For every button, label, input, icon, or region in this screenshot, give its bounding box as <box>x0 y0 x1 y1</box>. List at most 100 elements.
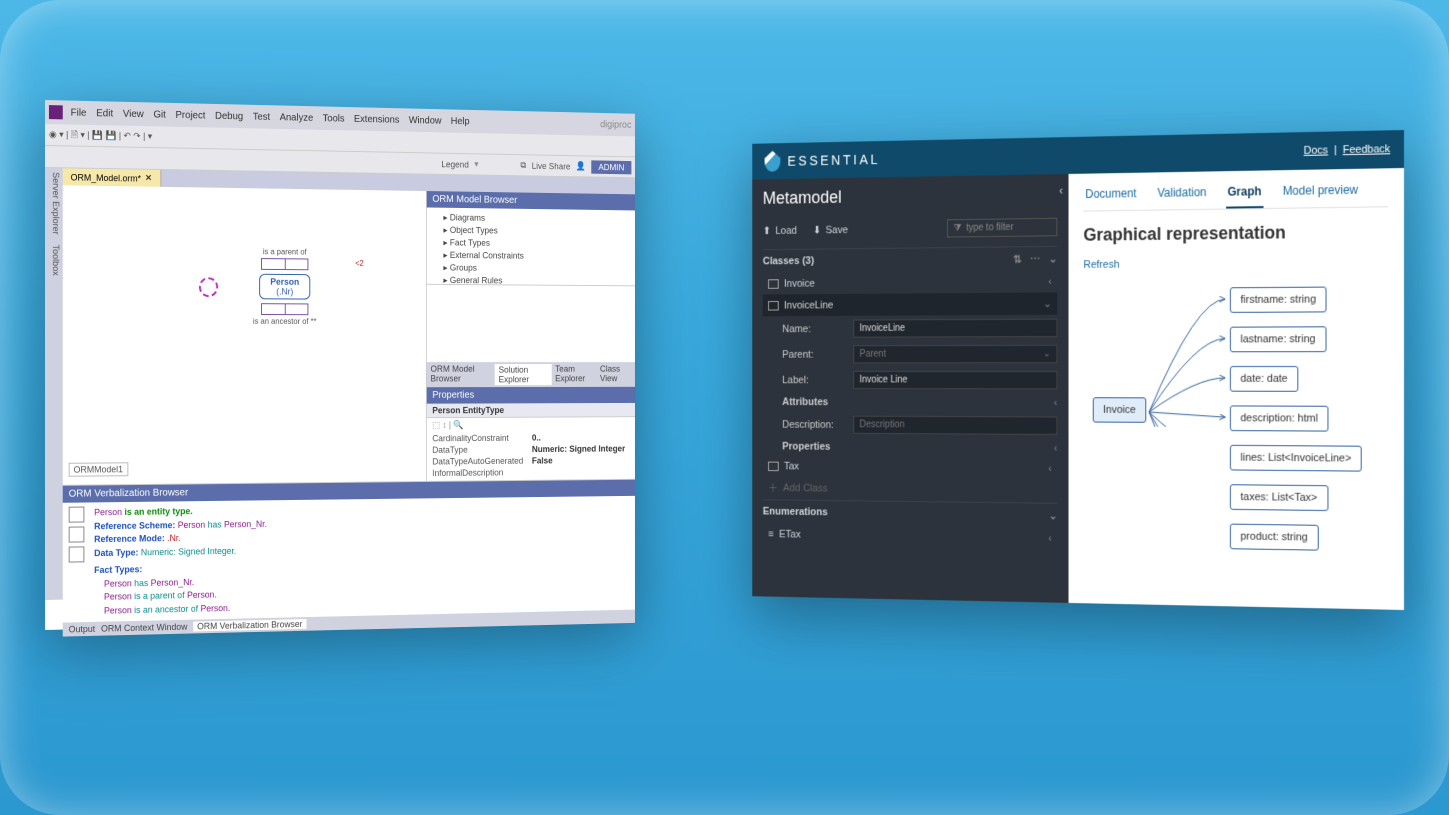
tab-document[interactable]: Document <box>1083 182 1138 210</box>
tab-solution-explorer[interactable]: Solution Explorer <box>495 364 552 385</box>
graph-attr-node[interactable]: taxes: List<Tax> <box>1230 484 1328 511</box>
prop-val[interactable]: False <box>532 455 630 465</box>
filter-input[interactable]: ⧩ type to filter <box>947 218 1057 238</box>
toolbar-glyphs[interactable]: ◉ ▾ | 🗎 ▾ | 💾 💾 | ↶ ↷ | ▾ <box>49 127 152 145</box>
upload-icon: ⬆ <box>763 225 771 237</box>
graph-title: Graphical representation <box>1083 221 1388 245</box>
properties-header[interactable]: Properties <box>427 387 635 404</box>
menu-window[interactable]: Window <box>409 115 442 126</box>
collapse-sidebar-icon[interactable]: ‹ <box>1059 184 1063 198</box>
parent-select[interactable]: Parent ⌄ <box>853 345 1057 364</box>
close-icon[interactable]: ✕ <box>145 173 152 184</box>
brand-text: ESSENTIAL <box>787 152 880 169</box>
liveshare-button[interactable]: Live Share <box>532 161 571 171</box>
prop-key: CardinalityConstraint <box>432 433 532 443</box>
chevron-icon[interactable]: ‹ <box>1048 463 1051 475</box>
tab-orm-context[interactable]: ORM Context Window <box>101 622 187 634</box>
class-tax[interactable]: Tax ‹ <box>763 456 1058 480</box>
tab-team-explorer[interactable]: Team Explorer <box>555 364 596 385</box>
graph-attr-node[interactable]: firstname: string <box>1230 287 1327 313</box>
graph-canvas[interactable]: Invoice firstname: string lastname: stri… <box>1083 278 1388 578</box>
server-explorer-tab[interactable]: Server Explorer <box>51 172 61 235</box>
chevron-icon[interactable]: ‹ <box>1054 397 1057 409</box>
graph-root-node[interactable]: Invoice <box>1093 397 1146 423</box>
prop-val[interactable] <box>532 466 630 476</box>
graph-attr-node[interactable]: lines: List<InvoiceLine> <box>1230 445 1362 472</box>
metamodel-sidebar: ‹ Metamodel ⬆ Load ⬇ Save ⧩ type to filt… <box>752 174 1068 603</box>
menu-help[interactable]: Help <box>451 116 470 127</box>
filter-icon: ⧩ <box>953 223 961 234</box>
tab-graph[interactable]: Graph <box>1226 180 1264 208</box>
prop-val[interactable]: Numeric: Signed Integer <box>532 444 630 454</box>
docs-link[interactable]: Docs <box>1304 145 1328 157</box>
tab-output[interactable]: Output <box>69 624 96 635</box>
chevron-down-icon: ⌄ <box>1043 349 1051 360</box>
model-tag[interactable]: ORMModel1 <box>69 462 128 476</box>
properties-grid[interactable]: Person EntityType ⬚ ↕ | 🔍 CardinalityCon… <box>427 403 635 481</box>
legend-dropdown[interactable]: Legend <box>441 159 469 169</box>
essential-window: ESSENTIAL Docs | Feedback ‹ Metamodel ⬆ … <box>752 130 1404 610</box>
menu-debug[interactable]: Debug <box>215 110 243 121</box>
tab-validation[interactable]: Validation <box>1155 181 1208 209</box>
class-invoiceline[interactable]: InvoiceLine ⌄ <box>763 292 1058 316</box>
model-browser-tree[interactable]: ▸ Diagrams ▸ Object Types ▸ Fact Types ▸… <box>427 207 635 286</box>
orm-canvas[interactable]: is a parent of <2 Person (.Nr) <box>63 185 427 485</box>
attributes-row[interactable]: Attributes ‹ <box>782 393 1057 413</box>
entity-refmode: (.Nr) <box>262 287 307 297</box>
orm-entity-person[interactable]: Person (.Nr) <box>259 274 310 300</box>
chevron-down-icon[interactable]: ⌄ <box>1043 297 1052 310</box>
menu-project[interactable]: Project <box>175 109 205 121</box>
verbal-toolbar-icon[interactable] <box>69 546 85 562</box>
tab-orm-browser[interactable]: ORM Model Browser <box>430 364 491 385</box>
graph-attr-node[interactable]: lastname: string <box>1230 326 1326 352</box>
graph-attr-node[interactable]: date: date <box>1230 366 1298 392</box>
menu-test[interactable]: Test <box>253 111 270 122</box>
menu-tools[interactable]: Tools <box>323 113 345 124</box>
orm-role-box-top[interactable] <box>261 258 308 270</box>
prop-val[interactable]: 0.. <box>532 432 630 442</box>
chevron-icon[interactable]: ‹ <box>1048 533 1051 545</box>
orm-diagram[interactable]: is a parent of <2 Person (.Nr) <box>209 247 360 385</box>
doc-tab-orm-model[interactable]: ORM_Model.orm* ✕ <box>63 168 161 187</box>
graph-attr-node[interactable]: product: string <box>1230 524 1319 551</box>
graph-attr-node[interactable]: description: html <box>1230 405 1329 431</box>
enum-etax[interactable]: ≡ ETax ‹ <box>763 524 1058 550</box>
class-icon <box>768 279 779 289</box>
download-icon: ⬇ <box>813 224 821 236</box>
classes-section-header[interactable]: Classes (3) ⇅ ⋯ ⌄ <box>763 246 1058 274</box>
menu-file[interactable]: File <box>71 107 87 118</box>
class-invoice[interactable]: Invoice ‹ <box>763 271 1058 294</box>
menu-edit[interactable]: Edit <box>96 108 113 119</box>
vs-menubar[interactable]: File Edit View Git Project Debug Test An… <box>71 107 470 127</box>
load-button[interactable]: ⬆ Load <box>763 224 797 237</box>
chevron-icon[interactable]: ‹ <box>1054 443 1057 455</box>
description-input[interactable]: Description <box>853 416 1057 435</box>
chevron-icon[interactable]: ‹ <box>1048 276 1051 288</box>
verbal-toolbar-icon[interactable] <box>69 507 85 523</box>
right-tab-strip[interactable]: ORM Model Browser Solution Explorer Team… <box>427 362 635 387</box>
menu-extensions[interactable]: Extensions <box>354 114 400 126</box>
save-button[interactable]: ⬇ Save <box>813 224 848 237</box>
role-label-bottom: is an ancestor of ** <box>209 317 360 326</box>
left-tool-tabs[interactable]: Server Explorer Toolbox <box>45 168 63 600</box>
refresh-link[interactable]: Refresh <box>1083 259 1119 271</box>
prop-key: InformalDescription <box>432 467 532 478</box>
feedback-link[interactable]: Feedback <box>1343 143 1390 156</box>
menu-view[interactable]: View <box>123 108 144 119</box>
ring-constraint-icon[interactable] <box>199 277 218 297</box>
menu-analyze[interactable]: Analyze <box>280 112 314 124</box>
toolbox-tab[interactable]: Toolbox <box>51 245 61 276</box>
tab-class-view[interactable]: Class View <box>600 364 631 385</box>
label-input[interactable]: Invoice Line <box>853 371 1057 389</box>
main-tabs[interactable]: Document Validation Graph Model preview <box>1083 178 1388 211</box>
name-input[interactable]: InvoiceLine <box>853 319 1057 338</box>
class-icon <box>768 301 779 311</box>
vs-logo-icon <box>49 105 63 119</box>
verbal-toolbar-icon[interactable] <box>69 526 85 542</box>
properties-row[interactable]: Properties ‹ <box>782 437 1057 458</box>
menu-git[interactable]: Git <box>153 109 165 120</box>
tab-model-preview[interactable]: Model preview <box>1281 179 1360 208</box>
tab-orm-verbalization[interactable]: ORM Verbalization Browser <box>193 619 306 631</box>
orm-role-box-bottom[interactable] <box>261 303 308 315</box>
admin-button[interactable]: ADMIN <box>591 160 631 174</box>
